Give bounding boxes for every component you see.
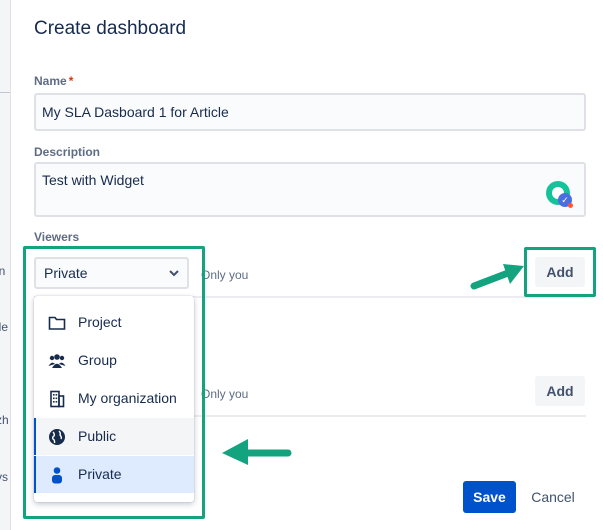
background-text-fragment: vs (0, 470, 8, 484)
annotation-arrow-left (222, 439, 292, 465)
description-textarea[interactable]: Test with Widget (34, 162, 586, 217)
viewers-summary: Only you (201, 268, 249, 282)
cancel-button[interactable]: Cancel (527, 481, 579, 513)
annotation-highlight-dropdown (23, 246, 205, 519)
add-editor-button[interactable]: Add (535, 376, 585, 406)
name-label: Name * (34, 74, 73, 88)
grammarly-icon[interactable]: ✓ (546, 181, 573, 208)
background-page: in ile zh vs (0, 0, 11, 530)
annotation-highlight-add (524, 247, 596, 297)
background-text-fragment: ile (0, 320, 9, 334)
name-label-text: Name (34, 74, 67, 88)
name-input[interactable]: My SLA Dasboard 1 for Article (34, 93, 586, 131)
annotation-arrow-right (470, 264, 524, 290)
dialog-title: Create dashboard (34, 18, 187, 39)
background-text-fragment: zh (0, 413, 9, 427)
description-label: Description (34, 145, 101, 159)
background-text-fragment: in (0, 264, 5, 278)
editors-summary: Only you (201, 387, 249, 401)
viewers-label: Viewers (34, 230, 80, 244)
required-marker: * (68, 74, 74, 88)
save-button[interactable]: Save (463, 481, 516, 513)
background-divider (0, 92, 10, 93)
